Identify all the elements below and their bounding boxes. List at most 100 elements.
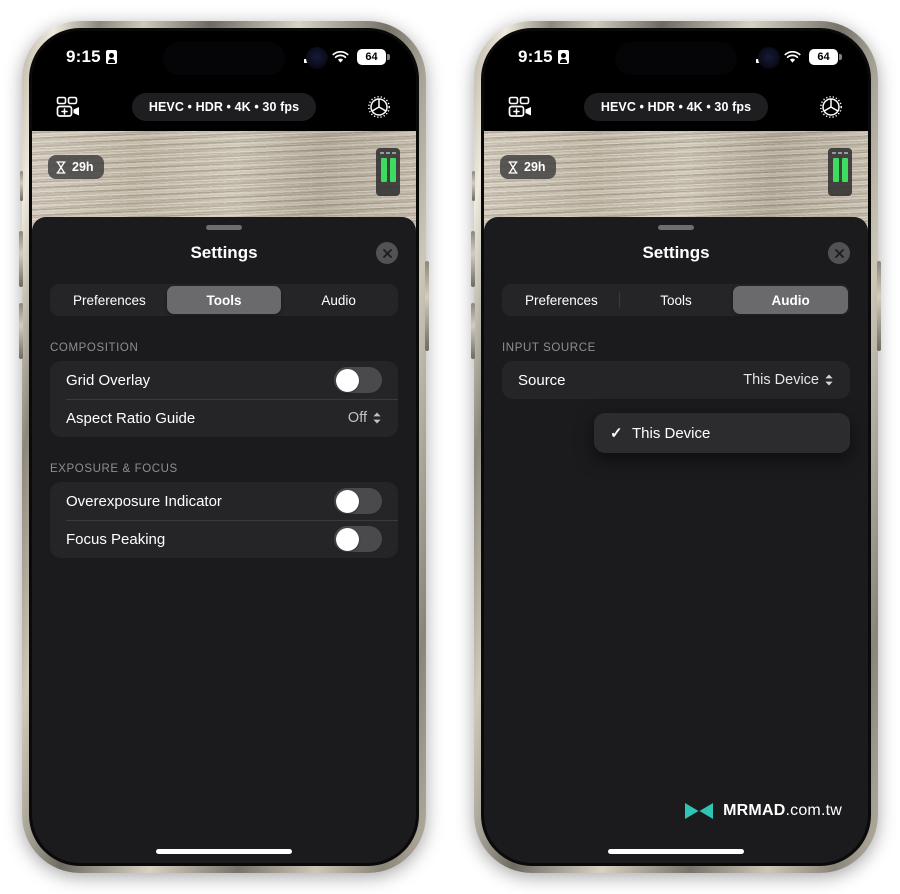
page-title: Settings	[190, 243, 258, 262]
menu-item-label: This Device	[632, 424, 711, 442]
toggle-knob	[335, 368, 359, 392]
section-header-exposure-focus: EXPOSURE & FOCUS	[50, 463, 178, 475]
aspect-ratio-picker[interactable]: Off	[348, 410, 382, 426]
hourglass-icon	[56, 160, 66, 174]
checkmark-icon: ✓	[610, 425, 623, 442]
app-top-bar-right: HEVC • HDR • 4K • 30 fps	[484, 83, 868, 131]
row-aspect-ratio-guide[interactable]: Aspect Ratio Guide Off	[50, 399, 398, 437]
toggle-knob	[335, 527, 359, 551]
status-time-left: 9:15	[66, 47, 117, 67]
row-label: Grid Overlay	[66, 371, 151, 389]
dynamic-island	[615, 42, 737, 75]
battery-level-text: 64	[817, 51, 830, 63]
watermark-brand: MRMAD	[723, 802, 786, 819]
format-pill[interactable]: HEVC • HDR • 4K • 30 fps	[583, 93, 769, 121]
page-title: Settings	[642, 243, 710, 262]
chevron-up-down-icon	[824, 373, 834, 387]
battery-indicator: 64	[357, 49, 390, 65]
section-card-composition: Grid Overlay Aspect Ratio Guide Off	[50, 361, 398, 437]
gear-aperture-icon[interactable]	[816, 92, 846, 122]
row-focus-peaking[interactable]: Focus Peaking	[50, 520, 398, 558]
tab-audio[interactable]: Audio	[281, 286, 396, 314]
home-indicator[interactable]	[608, 849, 744, 854]
tab-tools[interactable]: Tools	[166, 286, 282, 314]
dynamic-island	[163, 42, 285, 75]
row-label: Aspect Ratio Guide	[66, 409, 196, 427]
portrait-lock-icon	[557, 50, 569, 64]
wifi-icon	[784, 50, 801, 63]
volume-down-button[interactable]	[471, 303, 475, 359]
overexposure-indicator-toggle[interactable]	[334, 488, 382, 514]
hourglass-icon	[508, 160, 518, 174]
section-card-exposure-focus: Overexposure Indicator Focus Peaking	[50, 482, 398, 558]
multicam-add-video-icon[interactable]	[506, 92, 536, 122]
status-time-text: 9:15	[518, 47, 553, 66]
section-card-input-source: Source This Device	[502, 361, 850, 399]
toggle-knob	[335, 489, 359, 513]
volume-down-button[interactable]	[19, 303, 23, 359]
record-time-badge: 29h	[500, 155, 556, 179]
tab-preferences[interactable]: Preferences	[52, 286, 167, 314]
wifi-icon	[332, 50, 349, 63]
multicam-add-video-icon[interactable]	[54, 92, 84, 122]
tab-preferences[interactable]: Preferences	[504, 286, 619, 314]
close-icon[interactable]	[376, 242, 398, 264]
menu-item-this-device[interactable]: ✓ This Device	[594, 415, 850, 451]
status-bar-left: 9:15 64	[32, 31, 416, 83]
battery-level-text: 64	[365, 51, 378, 63]
app-top-bar-left: HEVC • HDR • 4K • 30 fps	[32, 83, 416, 131]
row-label: Overexposure Indicator	[66, 492, 222, 510]
record-time-text: 29h	[72, 160, 94, 174]
status-time-right: 9:15	[518, 47, 569, 67]
mute-switch[interactable]	[19, 171, 23, 201]
status-time-text: 9:15	[66, 47, 101, 66]
front-camera-lens-icon	[758, 47, 780, 69]
phone-bezel-left: 9:15 64 HEVC • HDR • 4K • 30 fps 29h Set…	[29, 28, 419, 866]
audio-level-meter-icon	[828, 148, 852, 196]
screen-right: 9:15 64 HEVC • HDR • 4K • 30 fps 29h Set…	[484, 31, 868, 863]
sheet-header-right: Settings	[484, 230, 868, 276]
section-header-input-source: INPUT SOURCE	[502, 342, 596, 354]
battery-indicator: 64	[809, 49, 842, 65]
picker-value: Off	[347, 410, 367, 426]
phone-bezel-right: 9:15 64 HEVC • HDR • 4K • 30 fps 29h Set…	[481, 28, 871, 866]
tab-audio[interactable]: Audio	[733, 286, 849, 314]
screen-left: 9:15 64 HEVC • HDR • 4K • 30 fps 29h Set…	[32, 31, 416, 863]
portrait-lock-icon	[105, 50, 117, 64]
row-label: Focus Peaking	[66, 530, 166, 548]
watermark: MRMAD.com.tw	[684, 801, 842, 821]
record-time-badge: 29h	[48, 155, 104, 179]
phone-right: 9:15 64 HEVC • HDR • 4K • 30 fps 29h Set…	[471, 21, 881, 873]
power-button[interactable]	[425, 261, 429, 351]
source-picker[interactable]: This Device	[743, 372, 834, 388]
format-pill[interactable]: HEVC • HDR • 4K • 30 fps	[131, 93, 317, 121]
settings-tabs-left: Preferences Tools Audio	[50, 284, 398, 316]
row-overexposure-indicator[interactable]: Overexposure Indicator	[50, 482, 398, 520]
power-button[interactable]	[877, 261, 881, 351]
picker-value: This Device	[743, 372, 819, 388]
watermark-suffix: .com.tw	[785, 802, 842, 819]
chevron-up-down-icon	[372, 411, 382, 425]
front-camera-lens-icon	[306, 47, 328, 69]
home-indicator[interactable]	[156, 849, 292, 854]
row-label: Source	[518, 371, 566, 389]
close-icon[interactable]	[828, 242, 850, 264]
phone-left: 9:15 64 HEVC • HDR • 4K • 30 fps 29h Set…	[19, 21, 429, 873]
tab-tools[interactable]: Tools	[618, 286, 734, 314]
mute-switch[interactable]	[471, 171, 475, 201]
audio-level-meter-icon	[376, 148, 400, 196]
settings-sheet-left: Settings Preferences Tools Audio COMPOSI…	[32, 217, 416, 863]
row-grid-overlay[interactable]: Grid Overlay	[50, 361, 398, 399]
watermark-text: MRMAD.com.tw	[723, 802, 842, 820]
status-bar-right: 9:15 64	[484, 31, 868, 83]
volume-up-button[interactable]	[471, 231, 475, 287]
row-source[interactable]: Source This Device	[502, 361, 850, 399]
record-time-text: 29h	[524, 160, 546, 174]
volume-up-button[interactable]	[19, 231, 23, 287]
grid-overlay-toggle[interactable]	[334, 367, 382, 393]
gear-aperture-icon[interactable]	[364, 92, 394, 122]
mrmad-logo-icon	[685, 803, 714, 819]
settings-sheet-right: Settings Preferences Tools Audio INPUT S…	[484, 217, 868, 863]
focus-peaking-toggle[interactable]	[334, 526, 382, 552]
section-header-composition: COMPOSITION	[50, 342, 139, 354]
